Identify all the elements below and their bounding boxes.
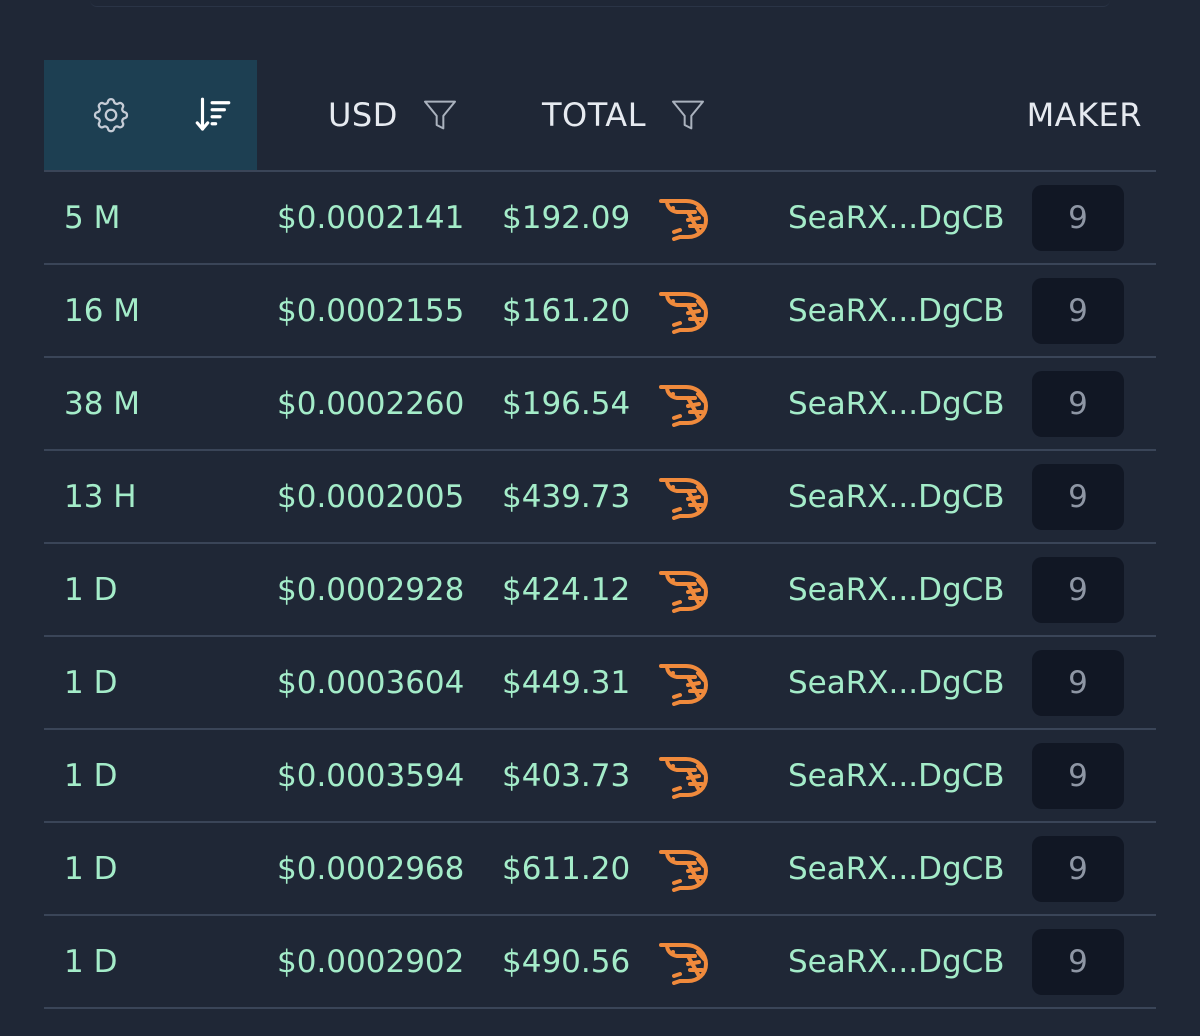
- row-maker-address[interactable]: SeaRX...DgCB: [788, 730, 1005, 821]
- table-controls: [44, 60, 257, 170]
- trades-table: USD TOTAL MAKER 5 M $0.0002141 $192.09 S…: [44, 60, 1156, 1009]
- table-row[interactable]: 1 D $0.0002928 $424.12 SeaRX...DgCB 9: [44, 544, 1156, 637]
- shrimp-icon: [656, 172, 712, 263]
- row-total: $403.73: [502, 757, 631, 794]
- table-row[interactable]: 1 D $0.0003604 $449.31 SeaRX...DgCB 9: [44, 637, 1156, 730]
- maker-count-badge[interactable]: 9: [1032, 556, 1124, 623]
- maker-count-badge[interactable]: 9: [1032, 835, 1124, 902]
- row-usd-price: $0.0002155: [277, 292, 465, 329]
- maker-count-badge[interactable]: 9: [1032, 649, 1124, 716]
- row-age: 13 H: [64, 478, 137, 515]
- top-panel-edge: [90, 0, 1110, 7]
- table-header: USD TOTAL MAKER: [44, 60, 1156, 172]
- row-maker-address[interactable]: SeaRX...DgCB: [788, 172, 1005, 263]
- maker-count-badge[interactable]: 9: [1032, 928, 1124, 995]
- row-maker-address[interactable]: SeaRX...DgCB: [788, 823, 1005, 914]
- column-header-total: TOTAL: [542, 60, 708, 170]
- row-usd-price: $0.0002928: [277, 571, 465, 608]
- row-maker-address[interactable]: SeaRX...DgCB: [788, 544, 1005, 635]
- row-age: 16 M: [64, 292, 141, 329]
- row-maker-count: 9: [1032, 265, 1124, 356]
- maker-count-badge[interactable]: 9: [1032, 463, 1124, 530]
- row-usd-price: $0.0002968: [277, 850, 465, 887]
- row-maker-count: 9: [1032, 730, 1124, 821]
- column-label-maker: MAKER: [1026, 96, 1142, 134]
- table-body: 5 M $0.0002141 $192.09 SeaRX...DgCB 9 16…: [44, 172, 1156, 1009]
- row-maker-count: 9: [1032, 358, 1124, 449]
- row-maker-count: 9: [1032, 172, 1124, 263]
- shrimp-icon: [656, 451, 712, 542]
- row-age: 1 D: [64, 943, 118, 980]
- shrimp-icon: [656, 730, 712, 821]
- row-total: $439.73: [502, 478, 631, 515]
- filter-icon[interactable]: [668, 95, 708, 135]
- maker-count-badge[interactable]: 9: [1032, 742, 1124, 809]
- maker-count-badge[interactable]: 9: [1032, 184, 1124, 251]
- filter-icon[interactable]: [420, 95, 460, 135]
- row-total: $449.31: [502, 664, 631, 701]
- row-age: 1 D: [64, 757, 118, 794]
- row-usd-price: $0.0003604: [277, 664, 465, 701]
- maker-count-badge[interactable]: 9: [1032, 370, 1124, 437]
- column-header-maker: MAKER: [1027, 60, 1142, 170]
- table-row[interactable]: 38 M $0.0002260 $196.54 SeaRX...DgCB 9: [44, 358, 1156, 451]
- row-total: $192.09: [502, 199, 631, 236]
- sort-descending-icon[interactable]: [192, 94, 234, 136]
- row-age: 1 D: [64, 571, 118, 608]
- row-total: $611.20: [502, 850, 631, 887]
- shrimp-icon: [656, 358, 712, 449]
- table-row[interactable]: 1 D $0.0003594 $403.73 SeaRX...DgCB 9: [44, 730, 1156, 823]
- shrimp-icon: [656, 916, 712, 1007]
- row-maker-address[interactable]: SeaRX...DgCB: [788, 451, 1005, 542]
- maker-count-badge[interactable]: 9: [1032, 277, 1124, 344]
- row-age: 38 M: [64, 385, 141, 422]
- row-maker-count: 9: [1032, 823, 1124, 914]
- table-row[interactable]: 1 D $0.0002902 $490.56 SeaRX...DgCB 9: [44, 916, 1156, 1009]
- row-total: $490.56: [502, 943, 631, 980]
- table-row[interactable]: 5 M $0.0002141 $192.09 SeaRX...DgCB 9: [44, 172, 1156, 265]
- row-total: $196.54: [502, 385, 631, 422]
- row-usd-price: $0.0002260: [277, 385, 465, 422]
- row-maker-address[interactable]: SeaRX...DgCB: [788, 637, 1005, 728]
- row-total: $161.20: [502, 292, 631, 329]
- row-maker-address[interactable]: SeaRX...DgCB: [788, 265, 1005, 356]
- row-age: 1 D: [64, 664, 118, 701]
- shrimp-icon: [656, 265, 712, 356]
- row-usd-price: $0.0003594: [277, 757, 465, 794]
- row-maker-count: 9: [1032, 451, 1124, 542]
- shrimp-icon: [656, 823, 712, 914]
- column-label-total: TOTAL: [542, 96, 647, 134]
- row-maker-count: 9: [1032, 544, 1124, 635]
- row-maker-count: 9: [1032, 916, 1124, 1007]
- row-usd-price: $0.0002005: [277, 478, 465, 515]
- row-maker-address[interactable]: SeaRX...DgCB: [788, 358, 1005, 449]
- row-age: 5 M: [64, 199, 121, 236]
- shrimp-icon: [656, 637, 712, 728]
- column-label-usd: USD: [328, 96, 398, 134]
- table-row[interactable]: 16 M $0.0002155 $161.20 SeaRX...DgCB 9: [44, 265, 1156, 358]
- row-age: 1 D: [64, 850, 118, 887]
- row-maker-address[interactable]: SeaRX...DgCB: [788, 916, 1005, 1007]
- row-total: $424.12: [502, 571, 631, 608]
- table-row[interactable]: 1 D $0.0002968 $611.20 SeaRX...DgCB 9: [44, 823, 1156, 916]
- gear-icon[interactable]: [90, 94, 132, 136]
- row-usd-price: $0.0002141: [277, 199, 465, 236]
- row-maker-count: 9: [1032, 637, 1124, 728]
- column-header-usd: USD: [328, 60, 460, 170]
- table-row[interactable]: 13 H $0.0002005 $439.73 SeaRX...DgCB 9: [44, 451, 1156, 544]
- row-usd-price: $0.0002902: [277, 943, 465, 980]
- shrimp-icon: [656, 544, 712, 635]
